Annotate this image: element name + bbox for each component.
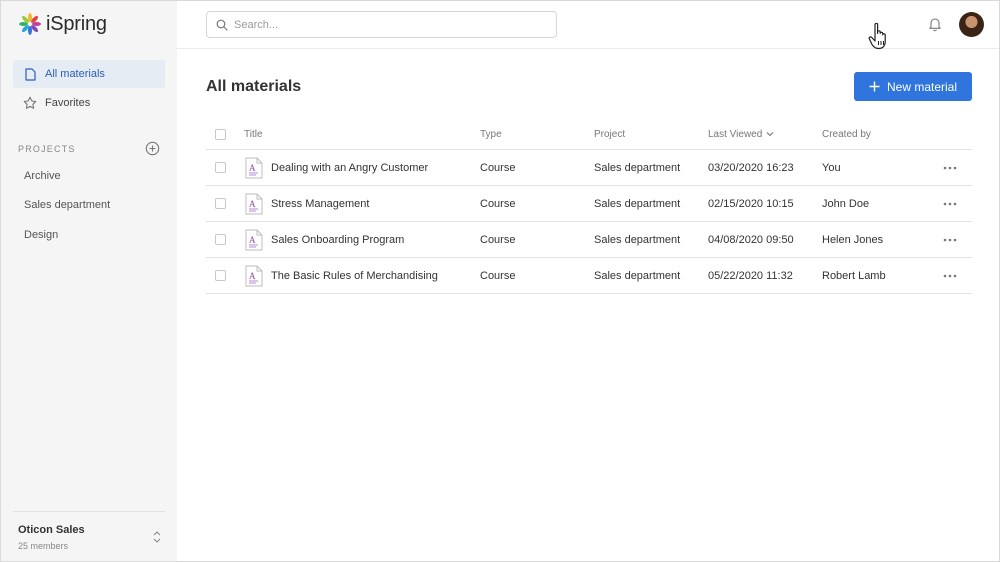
course-file-icon: A (245, 265, 263, 286)
course-file-icon: A (245, 193, 263, 214)
search-box[interactable] (206, 11, 557, 38)
app-name: iSpring (46, 12, 107, 35)
row-created-by: Helen Jones (822, 233, 884, 246)
new-material-label: New material (886, 79, 958, 94)
team-name: Oticon Sales (18, 524, 85, 536)
page-title: All materials (206, 78, 302, 95)
hand-cursor-icon (868, 22, 886, 50)
select-all-checkbox[interactable] (215, 128, 226, 140)
svg-text:A: A (249, 199, 256, 209)
row-checkbox[interactable] (215, 270, 226, 281)
row-last-viewed: 05/22/2020 11:32 (708, 269, 793, 282)
document-icon (23, 67, 37, 81)
svg-text:A: A (249, 163, 256, 173)
star-icon (23, 96, 37, 110)
sidebar: iSpring All materials Favorites PROJECTS… (1, 1, 177, 561)
table-row[interactable]: A Sales Onboarding Program Course Sales … (206, 222, 972, 258)
column-created-by[interactable]: Created by (822, 119, 871, 149)
ispring-flower-icon (19, 13, 41, 35)
svg-text:A: A (249, 235, 256, 245)
table-row[interactable]: A Dealing with an Angry Customer Course … (206, 150, 972, 186)
user-avatar[interactable] (959, 12, 984, 37)
column-last-viewed[interactable]: Last Viewed (708, 119, 774, 149)
more-options-icon[interactable] (943, 274, 957, 278)
more-options-icon[interactable] (943, 202, 957, 206)
row-project: Sales department (594, 233, 681, 246)
row-created-by: You (822, 161, 841, 174)
team-switcher[interactable]: Oticon Sales 25 members (13, 511, 165, 561)
row-title: The Basic Rules of Merchandising (271, 269, 438, 282)
column-type[interactable]: Type (480, 119, 502, 149)
more-options-icon[interactable] (943, 238, 957, 242)
app-logo[interactable]: iSpring (18, 12, 107, 36)
sidebar-item-label: Favorites (45, 97, 91, 109)
row-project: Sales department (594, 161, 681, 174)
row-last-viewed: 04/08/2020 09:50 (708, 233, 794, 246)
row-checkbox[interactable] (215, 162, 226, 173)
new-material-button[interactable]: New material (854, 72, 972, 101)
course-file-icon: A (245, 229, 263, 250)
chevron-down-icon (766, 132, 774, 137)
row-created-by: John Doe (822, 197, 870, 210)
row-type: Course (480, 161, 516, 174)
materials-table: Title Type Project Last Viewed Created b… (206, 119, 972, 294)
row-created-by: Robert Lamb (822, 269, 886, 282)
row-checkbox[interactable] (215, 234, 226, 245)
more-options-icon[interactable] (943, 166, 957, 170)
add-project-icon[interactable] (145, 141, 160, 156)
plus-icon (869, 81, 880, 92)
team-members-count: 25 members (18, 541, 69, 551)
row-type: Course (480, 233, 516, 246)
sidebar-project-archive[interactable]: Archive (24, 170, 61, 182)
row-title: Stress Management (271, 197, 370, 210)
search-input[interactable] (234, 18, 534, 31)
row-title: Dealing with an Angry Customer (271, 161, 429, 174)
course-file-icon: A (245, 157, 263, 178)
row-last-viewed: 03/20/2020 16:23 (708, 161, 794, 174)
sidebar-project-design[interactable]: Design (24, 229, 58, 241)
row-last-viewed: 02/15/2020 10:15 (708, 197, 794, 210)
table-header: Title Type Project Last Viewed Created b… (206, 119, 972, 150)
column-title[interactable]: Title (244, 119, 263, 149)
row-type: Course (480, 197, 516, 210)
column-project[interactable]: Project (594, 119, 625, 149)
projects-heading: PROJECTS (18, 144, 76, 154)
row-project: Sales department (594, 197, 681, 210)
top-bar (177, 1, 999, 50)
sidebar-item-favorites[interactable]: Favorites (13, 89, 165, 117)
row-title: Sales Onboarding Program (271, 233, 405, 246)
row-checkbox[interactable] (215, 198, 226, 209)
chevron-up-down-icon (153, 531, 161, 543)
row-type: Course (480, 269, 516, 282)
row-project: Sales department (594, 269, 681, 282)
sidebar-project-sales-department[interactable]: Sales department (24, 199, 110, 211)
sidebar-item-all-materials[interactable]: All materials (13, 60, 165, 88)
sidebar-item-label: All materials (45, 68, 105, 80)
table-row[interactable]: A Stress Management Course Sales departm… (206, 186, 972, 222)
svg-text:A: A (249, 271, 256, 281)
column-last-viewed-label: Last Viewed (708, 128, 763, 140)
app-window: iSpring All materials Favorites PROJECTS… (0, 0, 1000, 562)
search-icon (216, 19, 228, 31)
table-row[interactable]: A The Basic Rules of Merchandising Cours… (206, 258, 972, 294)
bell-icon[interactable] (927, 16, 943, 32)
